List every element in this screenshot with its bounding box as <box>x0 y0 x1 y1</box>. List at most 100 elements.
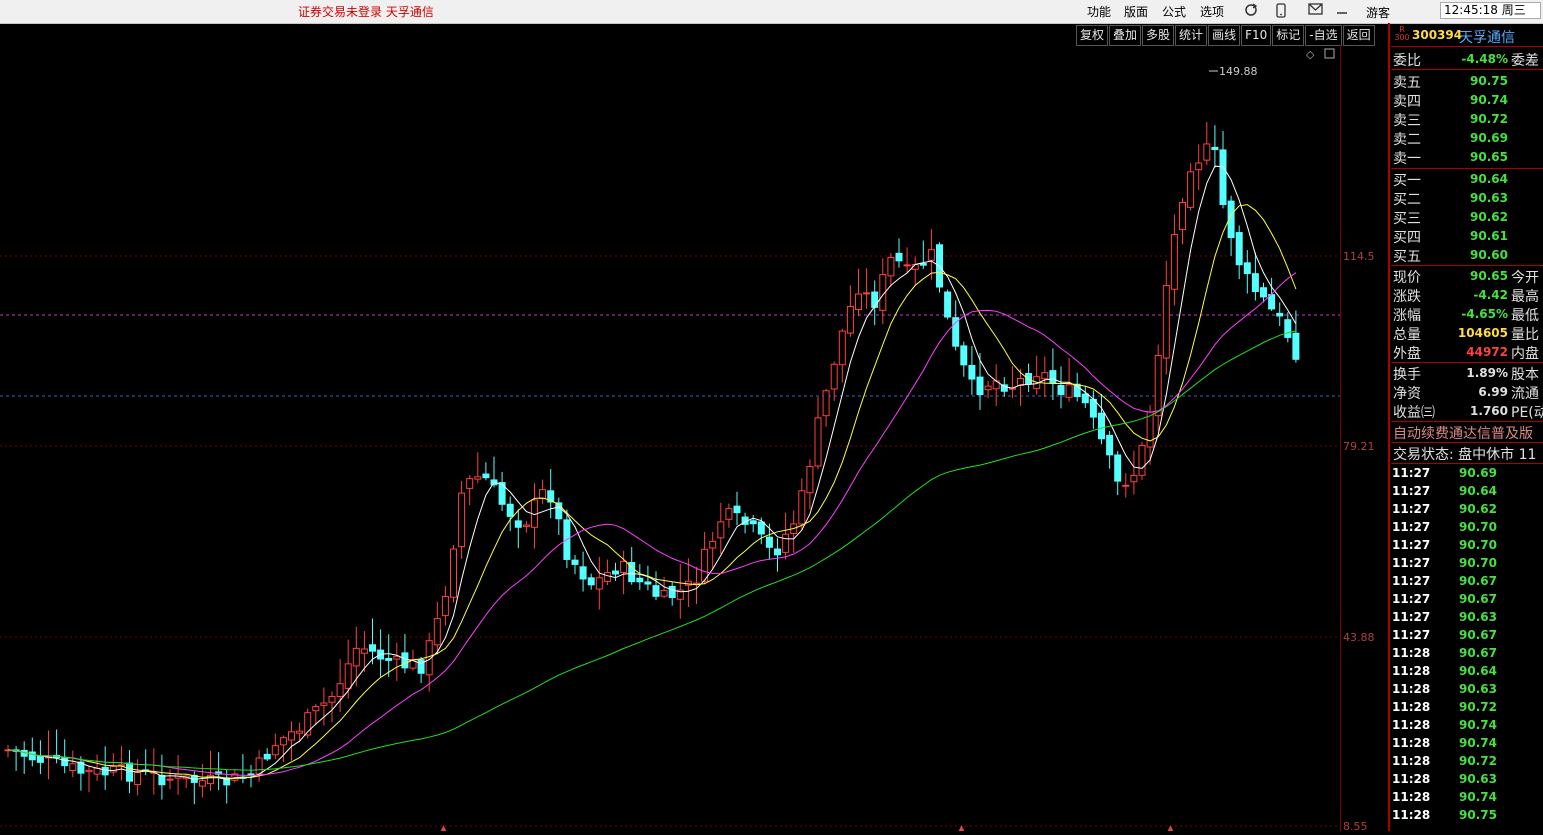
candle-body <box>271 745 279 756</box>
menu-options[interactable]: 选项 <box>1200 3 1224 20</box>
candle-body <box>85 769 93 773</box>
bid-row-2[interactable]: 买二 90.63 <box>1391 189 1543 208</box>
candle-body <box>1000 384 1008 392</box>
tick-time: 11:28 <box>1392 772 1431 786</box>
top-menu-bar: 证券交易未登录 天孚通信 功能 版面 公式 选项 游客 12:45:18 周三 <box>0 0 1543 24</box>
bid-price: 90.63 <box>1470 191 1508 205</box>
user-guest-label[interactable]: 游客 <box>1366 4 1390 21</box>
separator <box>1391 265 1543 266</box>
ask-row-2[interactable]: 卖二 90.69 <box>1391 129 1543 148</box>
ask-label: 卖一 <box>1393 151 1421 167</box>
bid-row-1[interactable]: 买一 90.64 <box>1391 170 1543 189</box>
minimize-icon[interactable] <box>1336 2 1348 20</box>
candle-body <box>539 489 547 500</box>
weibi-row: 委比 -4.48% 委差 <box>1391 50 1543 69</box>
toolbar-restore-rights[interactable]: 复权 <box>1076 25 1109 46</box>
tick-time: 11:28 <box>1392 718 1431 732</box>
stat-ext-label: 量比 <box>1511 327 1539 343</box>
tick-time: 11:28 <box>1392 790 1431 804</box>
candle-body <box>1098 412 1105 440</box>
stat-ext-label: 内盘 <box>1511 346 1539 362</box>
ad-ticker[interactable]: 自动续费通达信普及版 <box>1393 423 1533 443</box>
diamond-icon: ◇ <box>1306 48 1315 61</box>
tick-time: 11:27 <box>1392 484 1431 498</box>
separator <box>1391 69 1543 70</box>
candle-body <box>474 476 482 480</box>
tick-price: 90.64 <box>1459 484 1497 498</box>
candle-body <box>158 774 166 786</box>
candle-body <box>1162 285 1170 359</box>
candle-body <box>296 730 304 734</box>
menu-function[interactable]: 功能 <box>1087 3 1111 20</box>
toolbar-draw-line[interactable]: 画线 <box>1208 25 1241 46</box>
mail-icon[interactable] <box>1308 3 1323 19</box>
toolbar-back[interactable]: 返回 <box>1342 25 1375 46</box>
tick-price: 90.74 <box>1459 736 1497 750</box>
stock-name[interactable]: 天孚通信 <box>1459 27 1515 47</box>
ask-row-1[interactable]: 卖一 90.65 <box>1391 148 1543 167</box>
ask-row-5[interactable]: 卖五 90.75 <box>1391 72 1543 91</box>
stat-label: 换手 <box>1393 367 1421 383</box>
bid-row-4[interactable]: 买四 90.61 <box>1391 227 1543 246</box>
tick-time: 11:28 <box>1392 808 1431 822</box>
tick-time: 11:27 <box>1392 502 1431 516</box>
tick-row: 11:27 90.63 <box>1391 609 1543 627</box>
bid-row-3[interactable]: 买三 90.62 <box>1391 208 1543 227</box>
tick-time: 11:27 <box>1392 610 1431 624</box>
stat-value: 104605 <box>1457 326 1508 340</box>
toolbar-remove-watchlist[interactable]: -自选 <box>1305 25 1342 46</box>
candle-body <box>968 365 976 380</box>
phone-icon[interactable] <box>1275 3 1287 22</box>
candle-body <box>1235 232 1243 266</box>
bid-price: 90.61 <box>1470 229 1508 243</box>
bid-label: 买二 <box>1393 192 1421 208</box>
tick-row: 11:27 90.67 <box>1391 591 1543 609</box>
stat-label: 现价 <box>1393 270 1421 286</box>
tick-row: 11:28 90.72 <box>1391 699 1543 717</box>
candle-body <box>798 490 806 525</box>
stat-ext-label: PE(动 <box>1511 405 1543 421</box>
toolbar-f10[interactable]: F10 <box>1241 25 1272 46</box>
candle-body <box>919 263 927 266</box>
candle-body <box>36 755 44 763</box>
tick-time: 11:28 <box>1392 664 1431 678</box>
login-notice[interactable]: 证券交易未登录 天孚通信 <box>298 3 434 20</box>
tick-time: 11:27 <box>1392 520 1431 534</box>
bid-row-5[interactable]: 买五 90.60 <box>1391 246 1543 265</box>
rights-badge: R 300 <box>1394 25 1410 42</box>
bid-label: 买一 <box>1393 173 1421 189</box>
toolbar-overlay[interactable]: 叠加 <box>1109 25 1142 46</box>
menu-layout[interactable]: 版面 <box>1124 3 1148 20</box>
candle-body <box>644 581 652 585</box>
bid-label: 买五 <box>1393 249 1421 265</box>
stock-code[interactable]: 300394 <box>1412 28 1462 42</box>
menu-formula[interactable]: 公式 <box>1162 3 1186 20</box>
candle-body <box>830 363 838 390</box>
tick-row: 11:27 90.64 <box>1391 483 1543 501</box>
tick-time: 11:28 <box>1392 682 1431 696</box>
toolbar-multi-stock[interactable]: 多股 <box>1142 25 1175 46</box>
candle-body <box>709 540 717 549</box>
candle-body <box>668 585 676 599</box>
refresh-icon[interactable] <box>1244 3 1258 21</box>
chart-toolbar: 复权 叠加 多股 统计 画线 F10 标记 -自选 返回 <box>1076 25 1376 46</box>
candle-body <box>506 503 514 517</box>
stat-row-volume: 总量 104605 量比 <box>1391 324 1543 343</box>
stat-row-outer: 外盘 44972 内盘 <box>1391 343 1543 362</box>
ask-row-4[interactable]: 卖四 90.74 <box>1391 91 1543 110</box>
candle-body <box>1154 355 1162 417</box>
panel-divider <box>1388 23 1390 831</box>
ask-row-3[interactable]: 卖三 90.72 <box>1391 110 1543 129</box>
candlestick-chart[interactable]: 149.88 ◇ ▲ ▲ ▲ <box>0 45 1390 834</box>
stat-row-pct: 涨幅 -4.65% 最低 <box>1391 305 1543 324</box>
y-label-43: 43.88 <box>1343 631 1375 644</box>
candle-body <box>441 596 449 616</box>
toolbar-statistics[interactable]: 统计 <box>1175 25 1208 46</box>
y-axis-line <box>1340 45 1341 831</box>
candle-body <box>514 520 522 528</box>
bottom-marker-1: ▲ <box>440 824 447 831</box>
candle-body <box>1170 234 1178 290</box>
candle-body <box>369 644 376 652</box>
toolbar-mark[interactable]: 标记 <box>1272 25 1305 46</box>
stat-label: 净资 <box>1393 386 1421 402</box>
